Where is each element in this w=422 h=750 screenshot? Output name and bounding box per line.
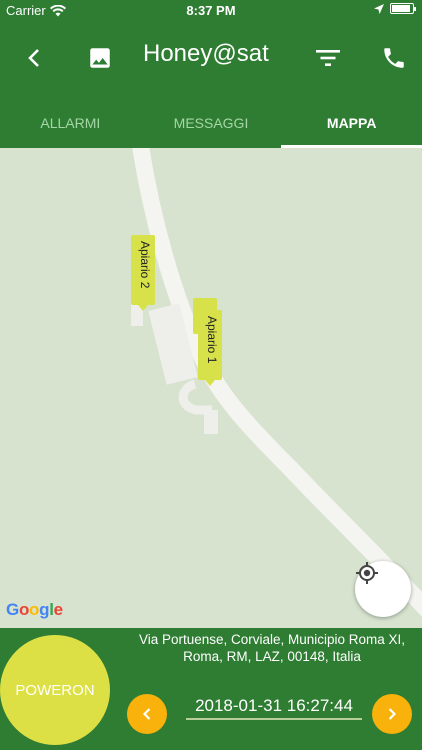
power-on-button[interactable]: POWERON xyxy=(0,635,110,745)
map-roads xyxy=(131,148,422,617)
filter-icon xyxy=(316,50,340,66)
location-arrow-icon xyxy=(374,3,384,14)
tab-allarmi[interactable]: ALLARMI xyxy=(0,98,141,148)
my-location-button[interactable] xyxy=(355,561,411,617)
image-button[interactable] xyxy=(84,40,116,76)
battery-icon xyxy=(390,3,416,14)
datetime-display: 2018-01-31 16:27:44 xyxy=(186,696,362,720)
crosshair-icon xyxy=(356,562,378,584)
status-bar: Carrier 8:37 PM xyxy=(0,0,422,22)
status-time: 8:37 PM xyxy=(186,3,236,18)
call-button[interactable] xyxy=(378,40,410,76)
phone-icon xyxy=(384,48,404,68)
tab-mappa[interactable]: MAPPA xyxy=(281,98,422,148)
next-button[interactable] xyxy=(372,694,412,734)
tab-bar: ALLARMI MESSAGGI MAPPA xyxy=(0,98,422,148)
map-marker-apiario-1[interactable]: Apiario 1 xyxy=(198,310,222,386)
filter-button[interactable] xyxy=(312,40,344,76)
back-button[interactable] xyxy=(18,40,50,76)
map-marker-apiario-2[interactable]: Apiario 2 xyxy=(131,235,155,311)
tab-messaggi[interactable]: MESSAGGI xyxy=(141,98,282,148)
chevron-right-icon xyxy=(388,708,397,720)
address-text: Via Portuense, Corviale, Municipio Roma … xyxy=(138,632,406,664)
map-view[interactable]: Apiario 2 Apiario 1 Google xyxy=(0,148,422,628)
status-right xyxy=(374,3,416,14)
app-bar: Honey@sat xyxy=(0,22,422,98)
bottom-panel: POWERON Via Portuense, Corviale, Municip… xyxy=(0,628,422,750)
chevron-left-icon xyxy=(28,49,39,67)
google-logo: Google xyxy=(6,600,63,619)
image-icon xyxy=(90,48,110,68)
app-title: Honey@sat xyxy=(143,40,269,67)
previous-button[interactable] xyxy=(127,694,167,734)
chevron-left-icon xyxy=(142,708,151,720)
